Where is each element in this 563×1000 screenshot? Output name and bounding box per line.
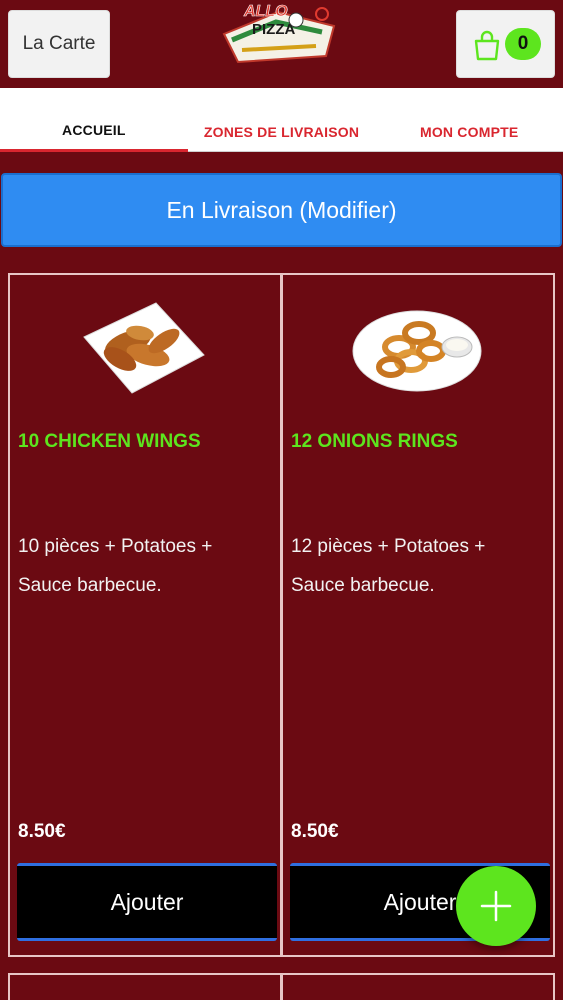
product-card: 10 CHICKEN WINGS 10 pièces + Potatoes + … (8, 273, 282, 957)
product-description: 10 pièces + Potatoes + Sauce barbecue. (18, 527, 268, 605)
svg-text:ALLO: ALLO (243, 3, 288, 20)
product-image (83, 302, 205, 394)
logo[interactable]: ALLO PIZZA (218, 0, 342, 68)
svg-text:PIZZA: PIZZA (252, 21, 295, 38)
product-description-line: Sauce barbecue. (291, 575, 435, 596)
cart-count-badge: 0 (505, 28, 541, 60)
product-card-partial (8, 973, 282, 1000)
product-image (352, 310, 482, 392)
shopping-bag-icon (474, 30, 500, 61)
product-description-line: Sauce barbecue. (18, 575, 162, 596)
product-card-partial (281, 973, 555, 1000)
product-price: 8.50€ (18, 821, 66, 842)
product-price: 8.50€ (291, 821, 339, 842)
menu-button[interactable]: La Carte (8, 10, 110, 78)
product-description: 12 pièces + Potatoes + Sauce barbecue. (291, 527, 541, 605)
tab-zones-de-livraison[interactable]: ZONES DE LIVRAISON (187, 88, 376, 152)
plus-icon (480, 890, 512, 922)
tab-accueil[interactable]: ACCUEIL (0, 88, 188, 152)
app-header: La Carte ALLO PIZZA 0 (0, 0, 563, 88)
floating-add-button[interactable] (456, 866, 536, 946)
product-description-line: 12 pièces + Potatoes + (291, 536, 486, 557)
nav-tabs: ACCUEIL ZONES DE LIVRAISON MON COMPTE (0, 88, 563, 152)
tab-mon-compte[interactable]: MON COMPTE (375, 88, 563, 152)
add-to-cart-button[interactable]: Ajouter (17, 863, 277, 941)
product-name: 12 ONIONS RINGS (291, 431, 458, 452)
delivery-mode-button[interactable]: En Livraison (Modifier) (1, 173, 562, 247)
product-description-line: 10 pièces + Potatoes + (18, 536, 213, 557)
logo-icon: ALLO PIZZA (222, 3, 336, 64)
product-card: 12 ONIONS RINGS 12 pièces + Potatoes + S… (281, 273, 555, 957)
product-name: 10 CHICKEN WINGS (18, 431, 201, 452)
cart-button[interactable]: 0 (456, 10, 555, 78)
